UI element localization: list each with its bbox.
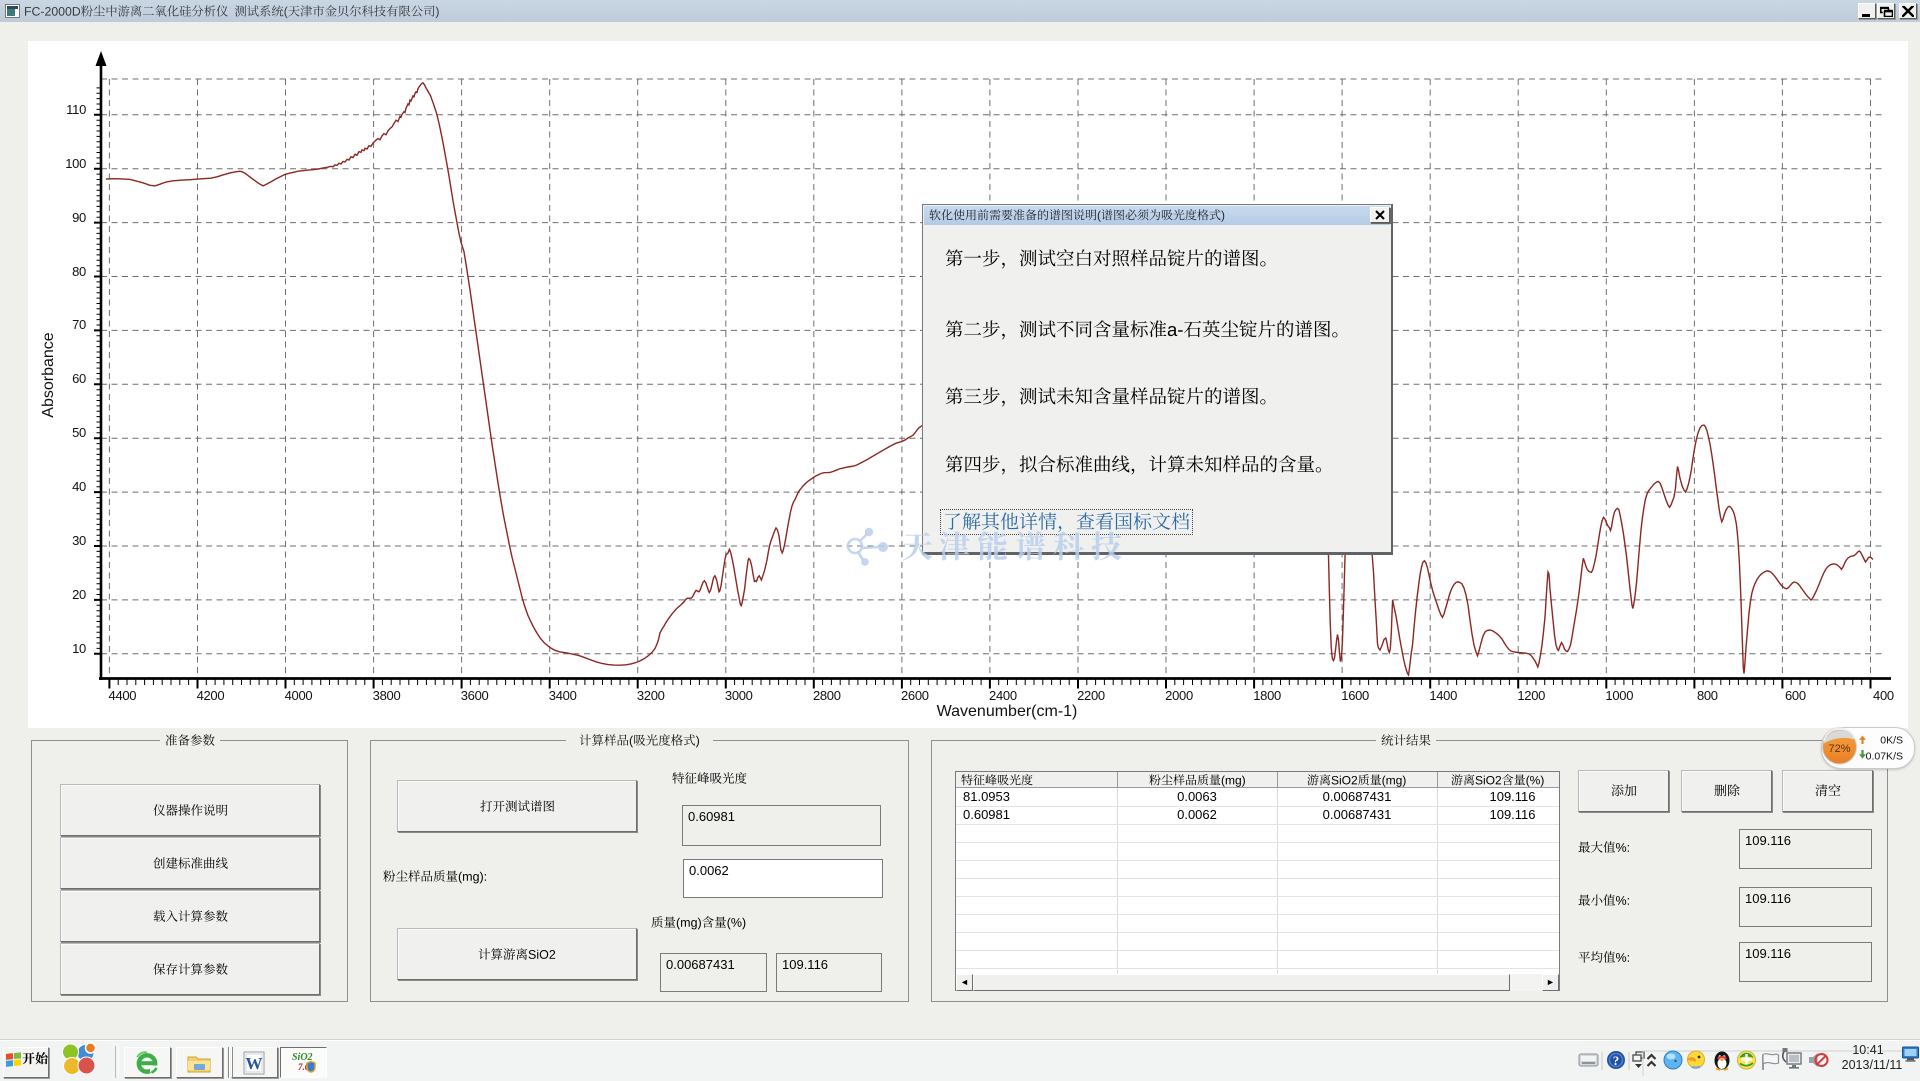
svg-text:?: ?	[1613, 1053, 1620, 1068]
svg-text:0K/S: 0K/S	[1880, 735, 1903, 747]
svg-text:0.07K/S: 0.07K/S	[1866, 751, 1903, 763]
svg-text:72%: 72%	[1828, 743, 1850, 755]
svg-text:W: W	[246, 1054, 263, 1073]
